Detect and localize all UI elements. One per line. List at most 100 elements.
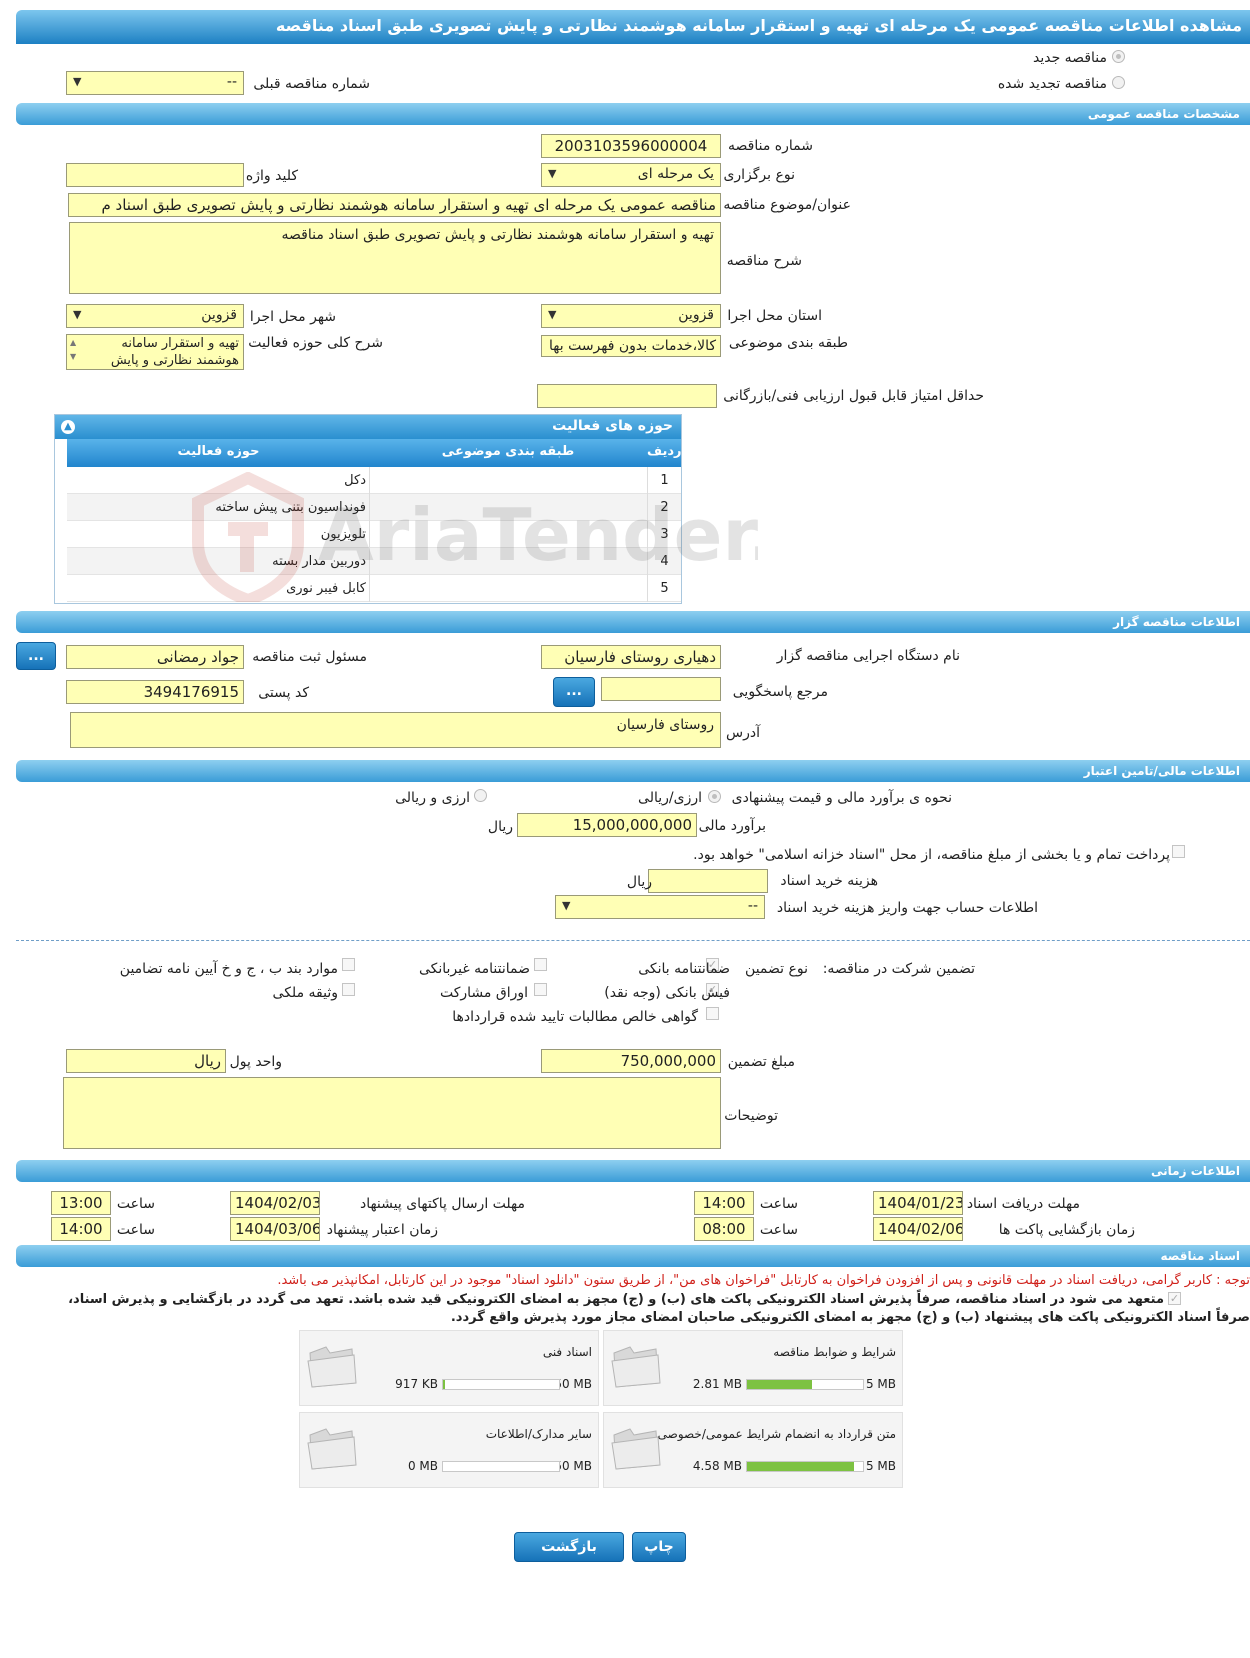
doc-fee-field[interactable] [648,869,768,893]
subject-field[interactable]: مناقصه عمومی یک مرحله ای تهیه و استقرار … [68,193,721,217]
activity-grid-title: حوزه های فعالیت ▲ [55,415,681,439]
responsible-field[interactable]: جواد رمضانی [66,645,244,669]
reference-label: مرجع پاسخگویی [732,684,828,700]
doc-receive-time[interactable]: 14:00 [694,1191,754,1215]
folder-icon [307,1346,357,1388]
opening-time[interactable]: 08:00 [694,1217,754,1241]
responsible-label: مسئول ثبت مناقصه [252,649,367,665]
treasury-checkbox[interactable] [1172,845,1185,858]
rial-radio[interactable] [708,790,721,803]
renewed-tender-radio[interactable] [1112,76,1125,89]
doc-card-technical[interactable]: اسناد فنی 50 MB 917 KB [299,1330,599,1406]
doc-card-contract[interactable]: متن قرارداد به انضمام شرایط عمومی/خصوصی … [603,1412,903,1488]
estimate-field[interactable]: 15,000,000,000 [517,813,697,837]
nonbank-guarantee-checkbox[interactable] [534,958,547,971]
property-checkbox[interactable] [342,983,355,996]
row-category [369,494,647,521]
bank-guarantee-label: ضمانتنامه بانکی [638,961,730,977]
fx-rial-option-label: ارزی و ریالی [395,790,470,806]
doc-card-other[interactable]: سایر مدارک/اطلاعات 50 MB 0 MB [299,1412,599,1488]
min-score-field[interactable] [537,384,717,408]
property-label: وثیقه ملکی [272,985,338,1001]
items-bcd-checkbox[interactable] [342,958,355,971]
doc-fee-label: هزینه خرید اسناد [780,873,878,889]
reference-lookup-button[interactable]: ... [553,677,595,707]
keyword-field[interactable] [66,163,244,187]
activity-desc-field[interactable]: تهیه و استقرار سامانه هوشمند نظارتی و پا… [66,334,244,370]
guarantee-amount-field[interactable]: 750,000,000 [541,1049,721,1073]
currency-field[interactable]: ریال [66,1049,226,1073]
category-label: طبقه بندی موضوعی [728,335,848,351]
table-row: 2 فونداسیون بتنی پیش ساخته [67,494,681,521]
province-select[interactable]: قزوین ▼ [541,304,721,328]
row-category [369,467,647,494]
doc-receive-date[interactable]: 1404/01/23 [873,1191,963,1215]
prev-number-select[interactable]: -- ▼ [66,71,244,95]
doc-card-title: سایر مدارک/اطلاعات [485,1427,592,1441]
reference-field[interactable] [601,677,721,701]
new-tender-radio[interactable] [1112,50,1125,63]
city-select[interactable]: قزوین ▼ [66,304,244,328]
doc-card-progress [746,1379,864,1390]
section-finance-header: اطلاعات مالی/تامین اعتبار [16,760,1250,782]
validity-date[interactable]: 1404/03/06 [230,1217,320,1241]
account-select[interactable]: -- ▼ [555,895,765,919]
time-label: ساعت [759,1196,798,1212]
guarantee-notes-label: توضیحات [724,1108,778,1124]
doc-card-progress-fill [443,1380,446,1389]
bonds-checkbox[interactable] [534,983,547,996]
row-activity: فونداسیون بتنی پیش ساخته [215,500,366,515]
certificate-checkbox[interactable] [706,1007,719,1020]
doc-card-max: 5 MB [865,1377,896,1391]
guarantee-type-label: نوع تضمین [745,961,808,977]
category-field[interactable]: کالا،خدمات بدون فهرست بها [541,335,721,357]
time-label: ساعت [116,1196,155,1212]
opening-label: زمان بازگشایی پاکت ها [998,1222,1135,1238]
certificate-label: گواهی خالص مطالبات تایید شده قراردادها [452,1009,698,1025]
account-label: اطلاعات حساب جهت واریز هزینه خرید اسناد [776,900,1038,916]
page-title: مشاهده اطلاعات مناقصه عمومی یک مرحله ای … [16,10,1250,44]
org-name-field[interactable]: دهیاری روستای فارسیان [541,645,721,669]
doc-card-used: 2.81 MB [692,1377,742,1391]
postal-code-label: کد پستی [258,685,309,701]
collapse-icon[interactable]: ▲ [61,420,75,434]
doc-card-progress [442,1379,560,1390]
scroll-arrows-icon[interactable]: ▲ ▼ [70,336,76,364]
back-button[interactable]: بازگشت [514,1532,624,1562]
description-field[interactable]: تهیه و استقرار سامانه هوشمند نظارتی و پا… [69,222,721,294]
guarantee-label: تضمین شرکت در مناقصه: [822,961,975,977]
keyword-label: کلید واژه [245,168,298,184]
guarantee-notes-field[interactable] [63,1077,721,1149]
validity-time[interactable]: 14:00 [51,1217,111,1241]
doc-fee-currency: ریال [626,874,652,890]
address-field[interactable]: روستای فارسیان [70,712,721,748]
activity-grid: حوزه های فعالیت ▲ ردیف طبقه بندی موضوعی ح… [54,414,682,604]
doc-card-progress [442,1461,560,1472]
commitment-checkbox[interactable]: ✓ [1168,1292,1181,1305]
row-activity: تلویزیون [320,527,366,542]
doc-card-used: 4.58 MB [692,1459,742,1473]
renewed-tender-label: مناقصه تجدید شده [997,76,1107,92]
chevron-down-icon: ▼ [73,308,82,321]
doc-card-conditions[interactable]: شرایط و ضوابط مناقصه 5 MB 2.81 MB [603,1330,903,1406]
bank-receipt-label: فیش بانکی (وجه نقد) [604,985,730,1001]
currency-label: واحد پول [229,1054,282,1070]
doc-card-title: متن قرارداد به انضمام شرایط عمومی/خصوصی [657,1427,896,1441]
chevron-down-icon: ▼ [548,308,557,321]
fx-rial-radio[interactable] [474,789,487,802]
holding-type-select[interactable]: یک مرحله ای ▼ [541,163,721,187]
holding-type-label: نوع برگزاری [723,167,795,183]
folder-icon [611,1428,661,1470]
nonbank-guarantee-label: ضمانتنامه غیربانکی [418,961,530,977]
responsible-lookup-button[interactable]: ... [16,642,56,670]
postal-code-field[interactable]: 3494176915 [66,680,244,704]
tender-number-field[interactable]: 2003103596000004 [541,134,721,158]
estimate-label: برآورد مالی [698,818,766,834]
send-deadline-date[interactable]: 1404/02/03 [230,1191,320,1215]
chevron-down-icon: ▼ [548,167,557,180]
opening-date[interactable]: 1404/02/06 [873,1217,963,1241]
send-deadline-time[interactable]: 13:00 [51,1191,111,1215]
subject-label: عنوان/موضوع مناقصه [723,197,851,213]
rial-option-label: ارزی/ریالی [638,790,702,806]
print-button[interactable]: چاپ [632,1532,686,1562]
